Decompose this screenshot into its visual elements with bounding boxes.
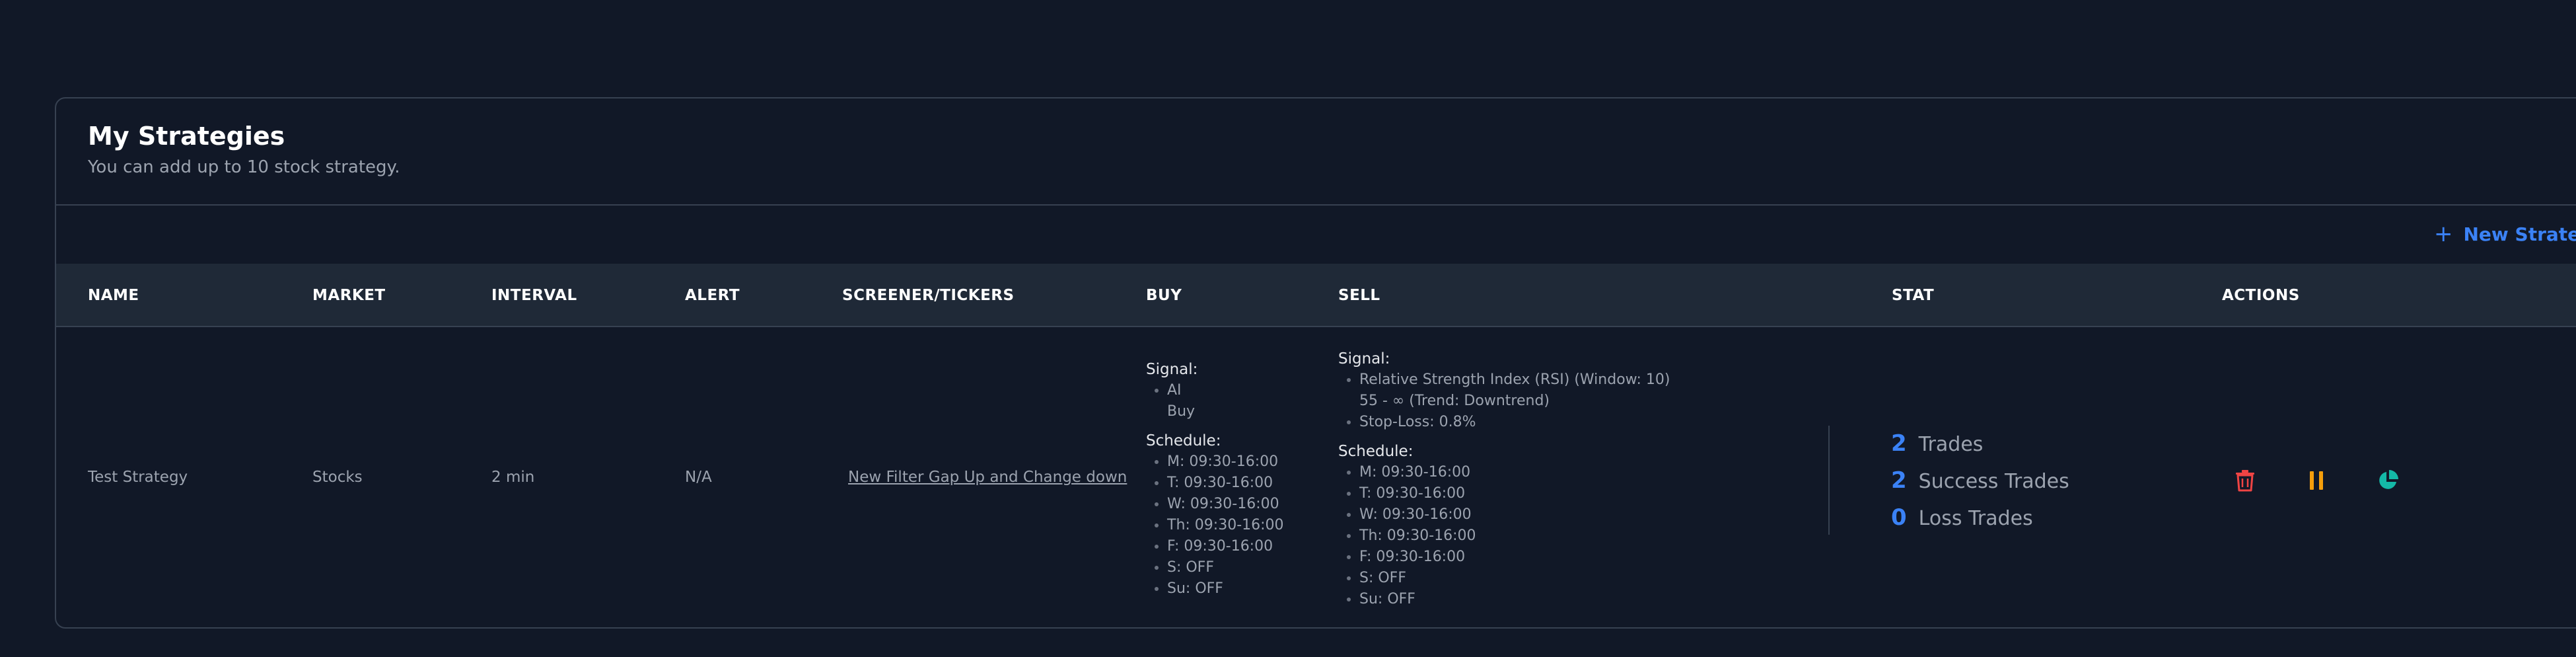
stats-button[interactable] <box>2373 466 2402 495</box>
buy-signal-item: AI <box>1167 380 1284 401</box>
stat-success-label: Success Trades <box>1918 470 2069 493</box>
delete-button[interactable] <box>2231 466 2260 495</box>
buy-schedule-list: M: 09:30-16:00 T: 09:30-16:00 W: 09:30-1… <box>1146 451 1284 599</box>
strategies-card: My Strategies You can add up to 10 stock… <box>55 97 2576 629</box>
table-header: NAME MARKET INTERVAL ALERT SCREENER/TICK… <box>56 264 2576 327</box>
buy-schedule-heading: Schedule: <box>1146 432 1221 449</box>
trash-icon <box>2236 470 2254 492</box>
stat-trades: 2 Trades <box>1891 430 1983 457</box>
new-strategy-label: New Strategy <box>2463 223 2576 245</box>
sell-signal-item: Relative Strength Index (RSI) (Window: 1… <box>1359 369 1670 391</box>
buy-schedule-item: Th: 09:30-16:00 <box>1167 515 1284 536</box>
buy-signal-heading: Signal: <box>1146 361 1198 378</box>
column-header-screener[interactable]: SCREENER/TICKERS <box>842 264 1015 327</box>
stat-loss-label: Loss Trades <box>1918 507 2033 530</box>
sell-schedule-item: T: 09:30-16:00 <box>1359 483 1670 504</box>
column-header-stat[interactable]: STAT <box>1892 264 1934 327</box>
strategy-alert: N/A <box>685 469 712 486</box>
buy-details: Signal: AI Buy Schedule: M: 09:30-16:00 … <box>1146 359 1284 599</box>
strategy-interval: 2 min <box>491 469 535 486</box>
column-header-name[interactable]: NAME <box>88 264 139 327</box>
sell-schedule-item: F: 09:30-16:00 <box>1359 547 1670 568</box>
page-title: My Strategies <box>88 122 285 151</box>
column-header-market[interactable]: MARKET <box>312 264 386 327</box>
sell-details: Signal: Relative Strength Index (RSI) (W… <box>1338 348 1670 610</box>
sell-signal-list: Relative Strength Index (RSI) (Window: 1… <box>1338 369 1670 433</box>
stat-success-value: 2 <box>1891 467 1907 494</box>
sell-schedule-list: M: 09:30-16:00 T: 09:30-16:00 W: 09:30-1… <box>1338 462 1670 610</box>
sell-schedule-heading: Schedule: <box>1338 443 1413 460</box>
stat-loss-trades: 0 Loss Trades <box>1891 504 2033 531</box>
buy-schedule-item: Su: OFF <box>1167 578 1284 599</box>
screener-link[interactable]: New Filter Gap Up and Change down <box>848 469 1127 486</box>
buy-schedule-item: M: 09:30-16:00 <box>1167 451 1284 473</box>
sell-signal-item: Stop-Loss: 0.8% <box>1359 412 1670 433</box>
buy-signal-item: Buy <box>1167 403 1196 420</box>
column-header-buy[interactable]: BUY <box>1146 264 1182 327</box>
sell-signal-heading: Signal: <box>1338 350 1390 367</box>
column-header-sell[interactable]: SELL <box>1338 264 1380 327</box>
stat-trades-label: Trades <box>1918 433 1984 456</box>
plus-icon: + <box>2434 221 2453 247</box>
strategy-name: Test Strategy <box>88 469 188 486</box>
pause-icon <box>2310 471 2323 490</box>
pie-chart-icon <box>2379 470 2398 489</box>
sell-schedule-item: W: 09:30-16:00 <box>1359 504 1670 525</box>
stat-success-trades: 2 Success Trades <box>1891 467 2069 494</box>
sell-signal-item: 55 - ∞ (Trend: Downtrend) <box>1359 393 1550 409</box>
column-header-interval[interactable]: INTERVAL <box>491 264 577 327</box>
buy-schedule-item: F: 09:30-16:00 <box>1167 536 1284 557</box>
page-subtitle: You can add up to 10 stock strategy. <box>88 157 400 177</box>
sell-schedule-item: M: 09:30-16:00 <box>1359 462 1670 483</box>
stat-trades-value: 2 <box>1891 430 1907 457</box>
buy-signal-list: AI Buy <box>1146 380 1284 422</box>
buy-schedule-item: W: 09:30-16:00 <box>1167 494 1284 515</box>
new-strategy-button[interactable]: + New Strategy <box>2434 221 2576 247</box>
stat-loss-value: 0 <box>1891 504 1907 531</box>
sell-schedule-item: Su: OFF <box>1359 589 1670 610</box>
buy-schedule-item: S: OFF <box>1167 557 1284 578</box>
sell-schedule-item: S: OFF <box>1359 568 1670 589</box>
stat-divider <box>1828 426 1830 535</box>
buy-schedule-item: T: 09:30-16:00 <box>1167 473 1284 494</box>
card-header: My Strategies You can add up to 10 stock… <box>56 98 2576 206</box>
column-header-alert[interactable]: ALERT <box>685 264 740 327</box>
pause-button[interactable] <box>2302 466 2331 495</box>
strategy-market: Stocks <box>312 469 363 486</box>
column-header-actions[interactable]: ACTIONS <box>2222 264 2300 327</box>
sell-schedule-item: Th: 09:30-16:00 <box>1359 525 1670 547</box>
